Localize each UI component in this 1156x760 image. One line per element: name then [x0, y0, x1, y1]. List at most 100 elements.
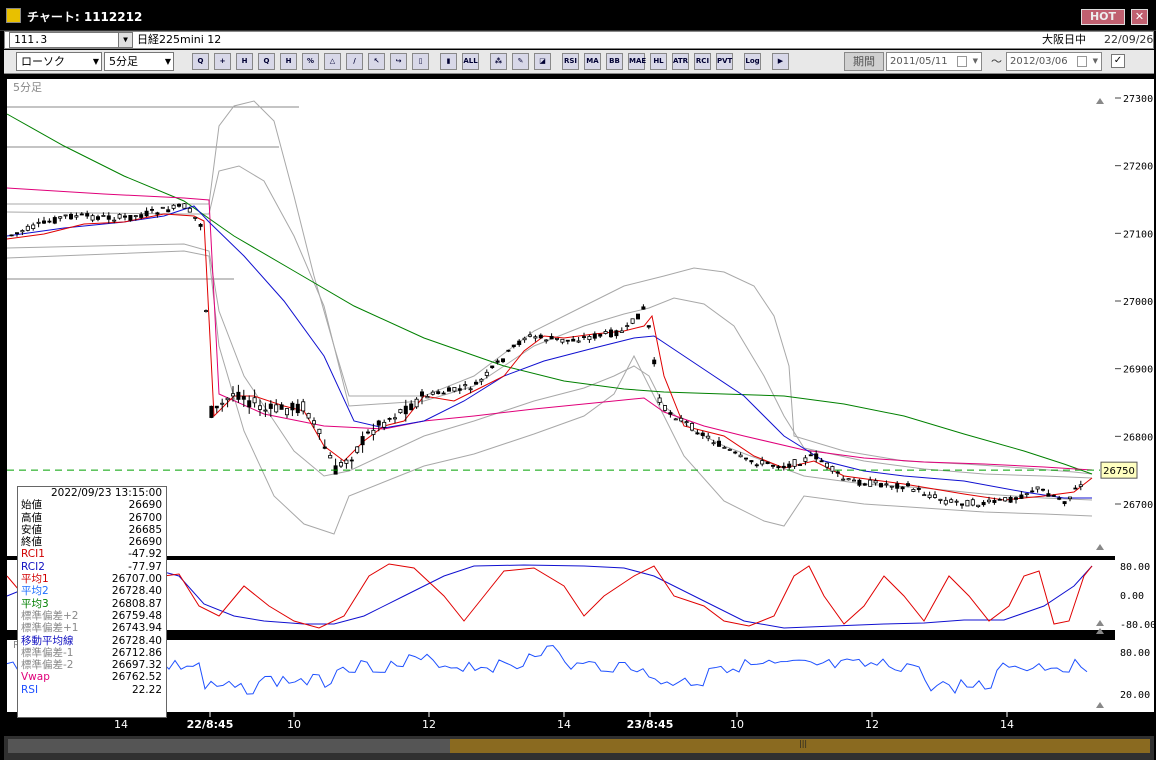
- candle-body: [382, 421, 387, 428]
- tool-button-3[interactable]: Q: [258, 53, 275, 70]
- tool-button-6[interactable]: △: [324, 53, 341, 70]
- tool-button-9[interactable]: ↪: [390, 53, 407, 70]
- tool-button-18[interactable]: BB: [606, 53, 623, 70]
- candle-body: [328, 455, 333, 459]
- price-tick-label: 26900: [1123, 365, 1153, 376]
- tool-button-23[interactable]: PVT: [716, 53, 733, 70]
- tool-button-11[interactable]: ▮: [440, 53, 457, 70]
- candle-body: [916, 488, 921, 490]
- tool-button-12[interactable]: ALL: [462, 53, 479, 70]
- chart-area[interactable]: 27300 27200 27100 27000 26900 26800 26700 80.00…: [4, 76, 1154, 736]
- candle-body: [960, 503, 965, 506]
- chevron-down-icon[interactable]: ▼: [118, 33, 132, 47]
- candle-body: [609, 329, 614, 338]
- info-key: Vwap: [21, 671, 50, 684]
- date-from-input[interactable]: 2011/05/11 ▼: [886, 52, 982, 71]
- info-key: RSI: [21, 683, 39, 696]
- close-icon[interactable]: ✕: [1131, 9, 1148, 25]
- candle-body: [852, 479, 857, 482]
- tool-button-0[interactable]: Q: [192, 53, 209, 70]
- price-chart[interactable]: 27300 27200 27100 27000 26900 26800 26700 80.00…: [4, 76, 1154, 736]
- candle-body: [14, 232, 19, 235]
- tool-button-21[interactable]: ATR: [672, 53, 689, 70]
- tool-button-15[interactable]: ◪: [534, 53, 551, 70]
- candle-body: [889, 485, 894, 488]
- exchange-name: 大阪日中: [1042, 33, 1086, 46]
- candle-body: [835, 471, 840, 474]
- candle-body: [992, 500, 997, 503]
- candle-body: [922, 494, 927, 497]
- candle-body: [36, 221, 41, 224]
- tool-button-5[interactable]: %: [302, 53, 319, 70]
- info-value: 26728.40: [111, 634, 162, 647]
- candle-body: [738, 454, 743, 458]
- candle-body: [538, 334, 543, 339]
- tool-button-20[interactable]: HL: [650, 53, 667, 70]
- period-button[interactable]: 期間: [844, 52, 884, 71]
- tool-button-1[interactable]: +: [214, 53, 231, 70]
- tool-button-14[interactable]: ✎: [512, 53, 529, 70]
- price-tick-label: 27100: [1123, 229, 1153, 240]
- chart-type-select[interactable]: ローソク ▼: [16, 52, 102, 71]
- candle-body: [511, 344, 516, 347]
- tool-button-4[interactable]: H: [280, 53, 297, 70]
- tool-button-7[interactable]: /: [346, 53, 363, 70]
- date-to-input[interactable]: 2012/03/06 ▼: [1006, 52, 1102, 71]
- tool-button-25[interactable]: ▶: [772, 53, 789, 70]
- tool-button-2[interactable]: H: [236, 53, 253, 70]
- info-key: 標準偏差-1: [21, 646, 74, 659]
- candle-body: [1019, 494, 1024, 499]
- rci-panel: [7, 560, 1115, 630]
- info-row: 標準偏差+2 26759.48: [18, 610, 166, 622]
- grip-icon[interactable]: |||: [799, 739, 811, 749]
- scroll-track[interactable]: [8, 739, 450, 753]
- interval-select[interactable]: 5分足 ▼: [104, 52, 174, 71]
- tool-button-16[interactable]: RSI: [562, 53, 579, 70]
- apply-checkbox[interactable]: ✓: [1111, 54, 1125, 68]
- info-row: 標準偏差+1 26743.94: [18, 622, 166, 634]
- candle-body: [771, 464, 776, 467]
- candle-body: [96, 216, 101, 220]
- calendar-icon[interactable]: [957, 56, 967, 67]
- candle-body: [149, 208, 154, 211]
- candle-body: [576, 340, 581, 343]
- candle-body: [90, 215, 95, 221]
- chevron-down-icon[interactable]: ▼: [1093, 53, 1098, 70]
- candle-body: [468, 388, 473, 391]
- candle-body: [814, 453, 819, 460]
- candle-body: [365, 431, 370, 434]
- candle-body: [749, 460, 754, 463]
- candle-body: [927, 494, 932, 498]
- candle-body: [247, 400, 252, 408]
- chevron-down-icon[interactable]: ▼: [973, 53, 978, 70]
- tool-button-17[interactable]: MA: [584, 53, 601, 70]
- scroll-bar[interactable]: |||: [4, 736, 1154, 760]
- tool-button-8[interactable]: ↖: [368, 53, 385, 70]
- tool-button-10[interactable]: ▯: [412, 53, 429, 70]
- info-key: 移動平均線: [21, 634, 74, 647]
- candle-body: [592, 333, 597, 339]
- tool-button-22[interactable]: RCI: [694, 53, 711, 70]
- candle-body: [63, 214, 68, 217]
- x-tick-label: 12: [865, 718, 879, 731]
- rsi-panel: [7, 640, 1115, 712]
- candle-body: [349, 459, 354, 462]
- symbol-code-input[interactable]: 111.3 ▼: [9, 32, 133, 48]
- hot-button[interactable]: HOT: [1081, 9, 1125, 25]
- candle-body: [754, 464, 759, 467]
- candle-body: [868, 479, 873, 487]
- candle-body: [301, 401, 306, 412]
- tool-button-24[interactable]: Log: [744, 53, 761, 70]
- candle-body: [171, 204, 176, 209]
- tool-button-19[interactable]: MAE: [628, 53, 646, 70]
- candle-body: [598, 333, 603, 337]
- symbol-bar: 111.3 ▼ 日経225mini 12 大阪日中 22/09/26: [4, 31, 1154, 49]
- candle-body: [841, 478, 846, 481]
- candle-body: [668, 412, 673, 415]
- calendar-icon[interactable]: [1077, 56, 1087, 67]
- candle-body: [1003, 497, 1008, 502]
- tool-button-13[interactable]: ⁂: [490, 53, 507, 70]
- info-value: 26762.52: [111, 671, 162, 684]
- candle-body: [906, 483, 911, 487]
- candle-body: [182, 203, 187, 209]
